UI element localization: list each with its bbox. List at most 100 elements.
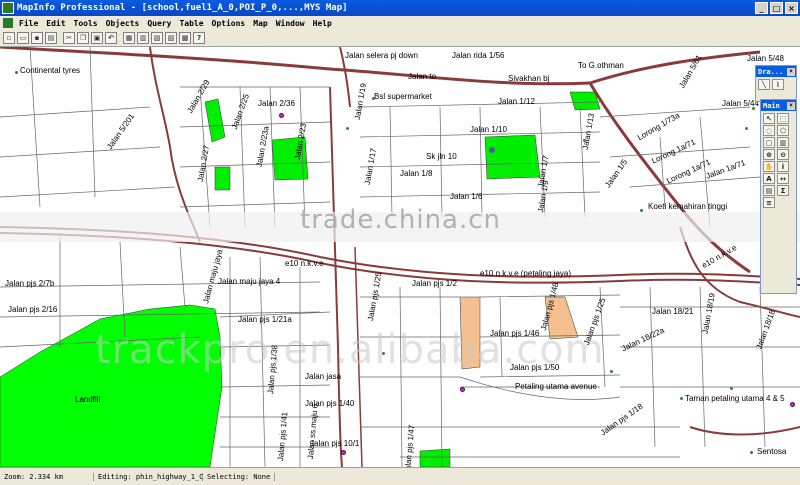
menu-file[interactable]: File bbox=[15, 19, 42, 28]
boundary-icon[interactable]: ▢ bbox=[763, 137, 775, 148]
map-label: Petaling utama avenue bbox=[515, 382, 597, 391]
poi-marker[interactable] bbox=[790, 402, 795, 407]
map-label: Jalan rida 1/56 bbox=[452, 51, 505, 60]
line-icon[interactable]: ╲ bbox=[758, 79, 770, 90]
stats-icon[interactable]: Σ bbox=[777, 185, 789, 196]
menu-bar: File Edit Tools Objects Query Table Opti… bbox=[0, 16, 800, 30]
status-zoom[interactable]: Zoom: 2.334 km bbox=[0, 472, 94, 481]
status-editing[interactable]: Editing: phin_highway_1_C bbox=[94, 472, 203, 481]
info-icon[interactable]: i bbox=[777, 161, 789, 172]
map-label: Jalan pjs 10/1 bbox=[310, 439, 360, 448]
map-icon[interactable]: ▨ bbox=[165, 32, 177, 44]
polygon-icon[interactable]: ⬠ bbox=[777, 125, 789, 136]
copy-icon[interactable]: ❐ bbox=[77, 32, 89, 44]
map-label: Jalan maju jaya 4 bbox=[218, 277, 281, 286]
document-icon[interactable] bbox=[3, 18, 13, 28]
menu-map[interactable]: Map bbox=[249, 19, 271, 28]
poi-dot bbox=[745, 127, 748, 130]
legend-icon[interactable]: ▤ bbox=[763, 185, 775, 196]
map-label: Sivakhan bj bbox=[508, 74, 550, 83]
polyline-icon[interactable]: ⌇ bbox=[772, 79, 784, 90]
map-label: Taman petaling utama 4 & 5 bbox=[685, 394, 785, 403]
table-icon[interactable]: ▥ bbox=[137, 32, 149, 44]
poi-marker[interactable] bbox=[279, 113, 284, 118]
cut-icon[interactable]: ✂ bbox=[63, 32, 75, 44]
radius-icon[interactable]: ◌ bbox=[763, 125, 775, 136]
map-label: Continental tyres bbox=[20, 66, 81, 75]
label-icon[interactable]: A bbox=[763, 173, 775, 184]
hand-icon[interactable]: ✋ bbox=[763, 161, 775, 172]
map-label: Jalan to bbox=[408, 72, 437, 81]
map-label: Jalan 18/21 bbox=[652, 307, 694, 316]
map-label: Jalan pjs 1/46 bbox=[490, 329, 540, 338]
new-icon[interactable]: ▫ bbox=[3, 32, 15, 44]
close-icon[interactable]: × bbox=[787, 67, 795, 76]
graph-icon[interactable]: ▧ bbox=[151, 32, 163, 44]
select-icon[interactable]: ↖ bbox=[763, 113, 775, 124]
menu-table[interactable]: Table bbox=[175, 19, 207, 28]
paste-icon[interactable]: ▣ bbox=[91, 32, 103, 44]
map-label: Jalan selera pj down bbox=[345, 51, 418, 60]
poi-dot bbox=[752, 107, 755, 110]
zoom-out-icon[interactable]: ⊖ bbox=[777, 149, 789, 160]
menu-window[interactable]: Window bbox=[272, 19, 309, 28]
map-window[interactable]: trade.china.cn trackpro.en.alibaba.com C… bbox=[0, 47, 800, 467]
poi-marker[interactable] bbox=[341, 450, 346, 455]
main-palette-title: Main bbox=[763, 101, 780, 110]
graph-select-icon[interactable]: ▥ bbox=[777, 137, 789, 148]
map-label: Jalan 1/10 bbox=[470, 125, 507, 134]
help-icon[interactable]: ? bbox=[193, 32, 205, 44]
menu-edit[interactable]: Edit bbox=[42, 19, 69, 28]
park-area bbox=[484, 134, 541, 180]
minimize-button[interactable]: _ bbox=[755, 2, 768, 14]
poi-dot bbox=[640, 209, 643, 212]
map-label: Jalan 2/36 bbox=[258, 99, 295, 108]
open-icon[interactable]: ▭ bbox=[17, 32, 29, 44]
map-label: Sk jln 10 bbox=[426, 152, 457, 161]
poi-dot bbox=[583, 139, 586, 142]
menu-options[interactable]: Options bbox=[208, 19, 250, 28]
main-palette[interactable]: Main × ↖ ⬚ ◌ ⬠ ▢ ▥ ⊕ ⊖ ✋ i A ↔ ▤ Σ ≡ bbox=[760, 99, 797, 294]
poi-marker[interactable] bbox=[460, 387, 465, 392]
highway bbox=[329, 86, 343, 467]
print-icon[interactable]: ▤ bbox=[45, 32, 57, 44]
app-icon bbox=[2, 2, 14, 14]
map-canvas[interactable] bbox=[0, 47, 800, 467]
poi-dot bbox=[750, 451, 753, 454]
menu-objects[interactable]: Objects bbox=[102, 19, 144, 28]
map-label: Jalan jasa bbox=[305, 372, 342, 381]
save-icon[interactable]: ▪ bbox=[31, 32, 43, 44]
map-label: To G.othman bbox=[578, 61, 624, 70]
park-area bbox=[419, 448, 451, 467]
poi-dot bbox=[730, 387, 733, 390]
close-button[interactable]: × bbox=[785, 2, 798, 14]
map-label: e10 n.k.v.e (petaling jaya) bbox=[480, 269, 572, 278]
map-label: Jalan pjs 1/21a bbox=[238, 315, 292, 324]
watermark-text: trade.china.cn bbox=[300, 205, 502, 235]
drawing-palette[interactable]: Dra... × ╲ ⌇ bbox=[755, 65, 797, 102]
park-area bbox=[204, 98, 226, 143]
map-label: Jalan pjs 2/16 bbox=[8, 305, 58, 314]
layout-icon[interactable]: ▦ bbox=[123, 32, 135, 44]
undo-icon[interactable]: ↶ bbox=[105, 32, 117, 44]
map-label: Jalan 1/6 bbox=[450, 192, 483, 201]
status-selecting[interactable]: Selecting: None bbox=[203, 472, 276, 481]
map-label: Jalan pjs 2/7b bbox=[5, 279, 55, 288]
map-label: Jalan 1/12 bbox=[498, 97, 535, 106]
marquee-icon[interactable]: ⬚ bbox=[777, 113, 789, 124]
map-label: e10 n.k.v.e bbox=[285, 259, 324, 268]
layer-icon[interactable]: ≡ bbox=[763, 197, 775, 208]
maximize-button[interactable]: □ bbox=[770, 2, 783, 14]
menu-query[interactable]: Query bbox=[143, 19, 175, 28]
map-label: Jalan 1/8 bbox=[400, 169, 433, 178]
zoom-in-icon[interactable]: ⊕ bbox=[763, 149, 775, 160]
menu-help[interactable]: Help bbox=[309, 19, 336, 28]
menu-tools[interactable]: Tools bbox=[70, 19, 102, 28]
status-bar: Zoom: 2.334 km Editing: phin_highway_1_C… bbox=[0, 467, 800, 485]
ruler-icon[interactable]: ↔ bbox=[777, 173, 789, 184]
map-label: Sentosa bbox=[757, 447, 787, 456]
close-icon[interactable]: × bbox=[787, 101, 795, 110]
browser-icon[interactable]: ▩ bbox=[179, 32, 191, 44]
poi-dot bbox=[382, 352, 385, 355]
map-label: Bsl supermarket bbox=[374, 92, 432, 101]
